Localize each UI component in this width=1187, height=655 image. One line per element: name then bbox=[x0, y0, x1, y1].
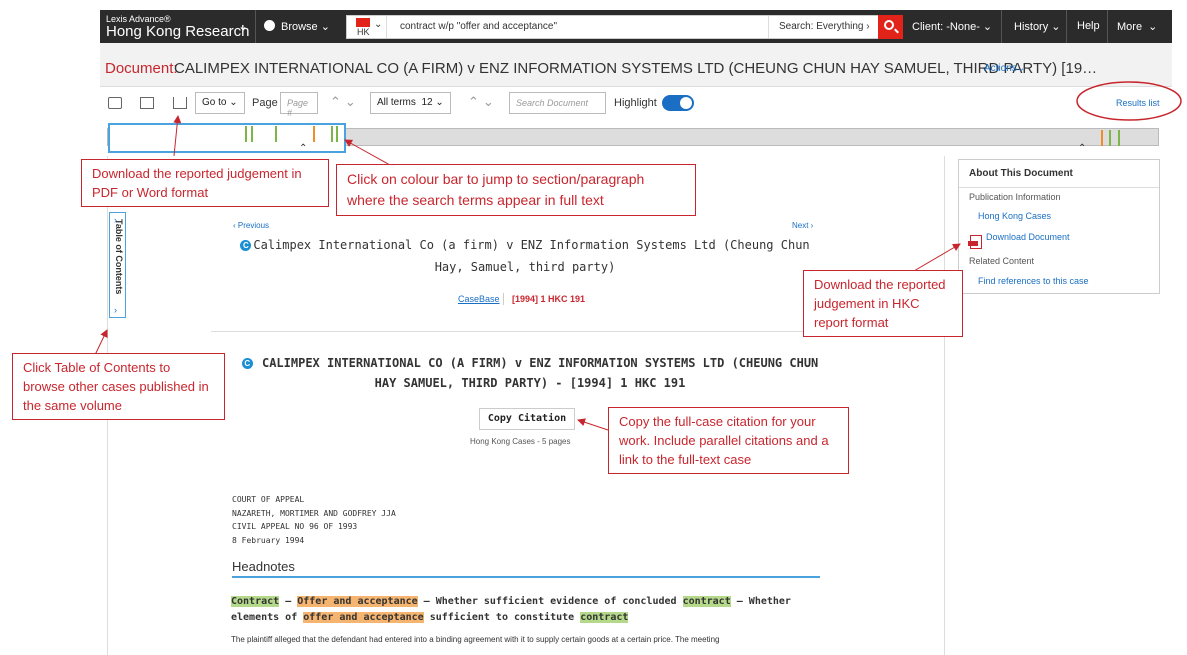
callout-colour-bar: Click on colour bar to jump to section/p… bbox=[336, 164, 696, 216]
callout-download-hkc: Download the reported judgement in HKC r… bbox=[803, 270, 963, 337]
callout-toc: Click Table of Contents to browse other … bbox=[12, 353, 225, 420]
callout-download-pdf: Download the reported judgement in PDF o… bbox=[81, 159, 329, 207]
results-list-highlight-circle bbox=[1076, 81, 1182, 121]
arrow-colour-bar bbox=[344, 139, 391, 166]
callout-copy-citation: Copy the full-case citation for your wor… bbox=[608, 407, 849, 474]
arrow-download bbox=[173, 115, 182, 157]
annotation-arrows bbox=[94, 81, 1182, 431]
arrow-toc bbox=[94, 329, 108, 356]
arrow-copy-citation bbox=[577, 418, 609, 431]
